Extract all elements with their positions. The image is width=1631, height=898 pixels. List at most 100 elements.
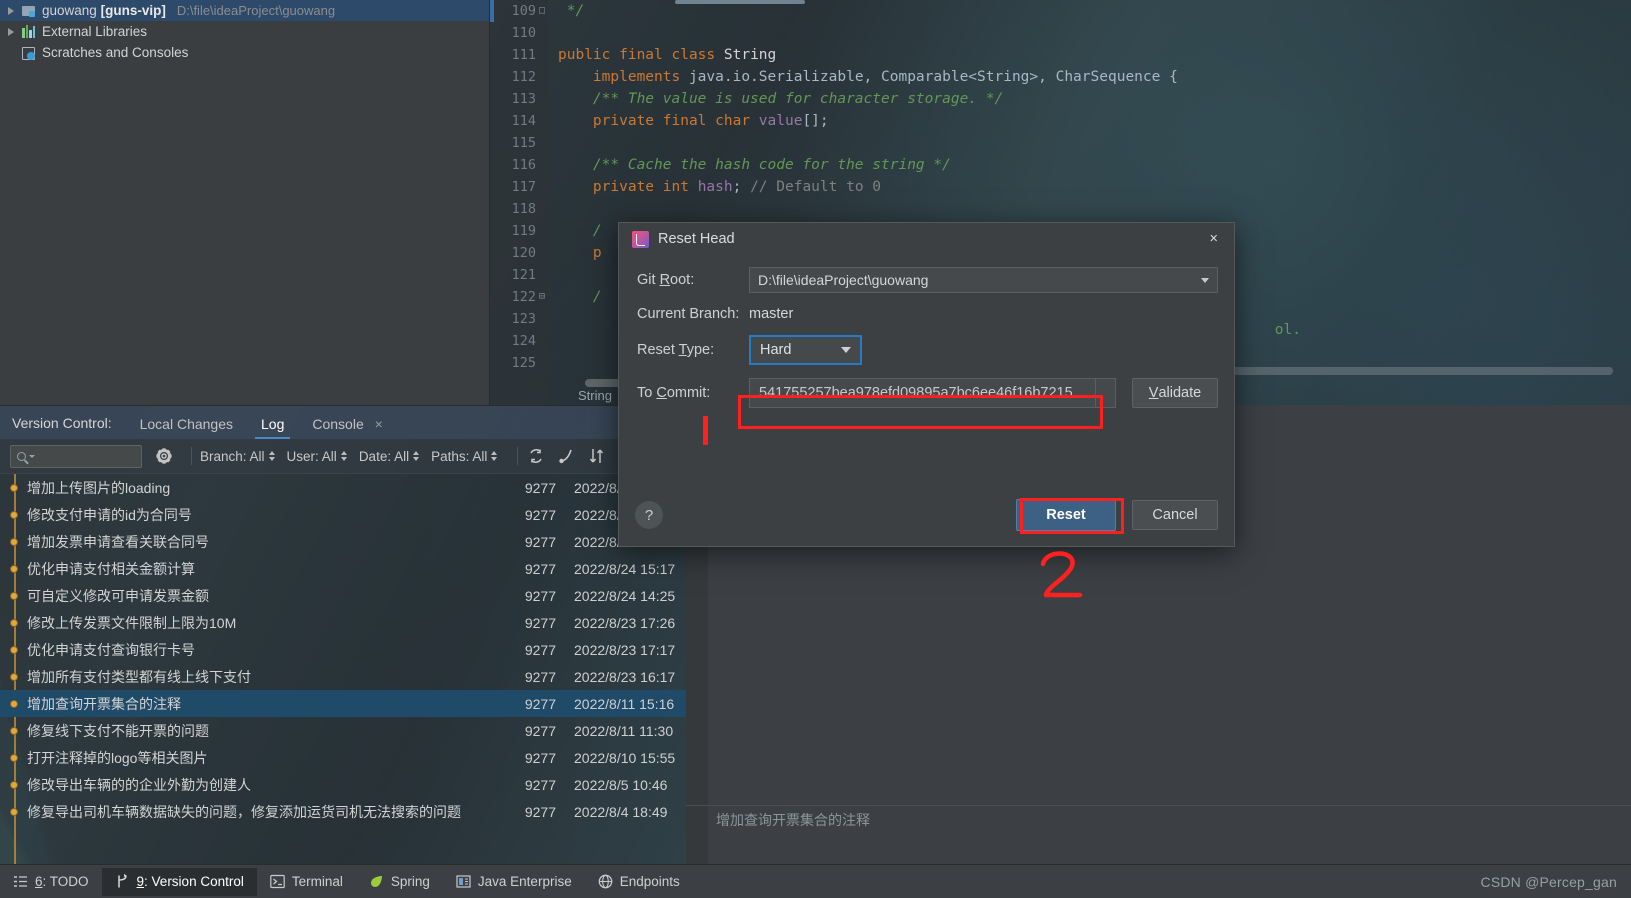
line-number: 111 [511, 47, 536, 63]
filter-date[interactable]: Date: All [359, 449, 420, 464]
project-tree-row-guowang[interactable]: guowang [guns-vip] D:\file\ideaProject\g… [0, 0, 489, 21]
commit-row[interactable]: 可自定义修改可申请发票金额 9277 2022/8/24 14:25 [0, 582, 686, 609]
commit-node-icon [10, 592, 18, 600]
code-line: 109 □ */ [490, 0, 1631, 22]
commit-author: 9277 [524, 479, 556, 496]
status-item-endpoints[interactable]: Endpoints [585, 868, 693, 896]
cancel-button[interactable]: Cancel [1132, 500, 1218, 530]
updown-icon [340, 451, 347, 461]
spring-leaf-icon [369, 874, 384, 889]
line-number: 120 [511, 245, 536, 261]
commit-row[interactable]: 增加查询开票集合的注释 9277 2022/8/11 15:16 [0, 690, 686, 717]
commit-row[interactable]: 优化申请支付相关金额计算 9277 2022/8/24 15:17 [0, 555, 686, 582]
commit-row[interactable]: 修改支付申请的id为合同号 9277 2022/8/30 [0, 501, 686, 528]
status-item-version-control[interactable]: 9: Version Control [101, 867, 257, 896]
code-text: /** The value is used for character stor… [558, 91, 1004, 107]
commit-row[interactable]: 优化申请支付查询银行卡号 9277 2022/8/23 17:17 [0, 636, 686, 663]
project-tree-row-external-libraries[interactable]: External Libraries [0, 21, 489, 42]
search-input[interactable] [10, 444, 142, 468]
commit-date: 2022/8/23 17:26 [574, 614, 676, 631]
status-item-todo[interactable]: 6: TODO [0, 868, 102, 896]
project-tree-row-scratches[interactable]: Scratches and Consoles [0, 42, 489, 63]
project-module-tag: [guns-vip] [100, 3, 166, 18]
commit-author: 9277 [524, 668, 556, 685]
commit-date: 2022/8/5 10:46 [574, 776, 668, 793]
to-commit-spinner[interactable] [1096, 378, 1116, 408]
status-item-label: Java Enterprise [477, 874, 572, 889]
chevron-down-icon[interactable] [29, 454, 35, 458]
code-line: 113 /** The value is used for character … [490, 88, 1631, 110]
annotation-step-two [1035, 548, 1091, 600]
status-item-label: 6: TODO [35, 874, 89, 889]
expand-triangle-icon[interactable] [8, 27, 14, 36]
commit-row[interactable]: 增加所有支付类型都有线上线下支付 9277 2022/8/23 16:17 [0, 663, 686, 690]
commit-date: 2022/8/10 15:55 [574, 749, 676, 766]
commit-row[interactable]: 修改导出车辆的的企业外勤为创建人 9277 2022/8/5 10:46 [0, 771, 686, 798]
commit-row[interactable]: 增加上传图片的loading 9277 2022/8/30 [0, 474, 686, 501]
status-item-java-enterprise[interactable]: Java Enterprise [443, 868, 585, 896]
status-item-spring[interactable]: Spring [356, 868, 443, 896]
commit-node-icon [10, 538, 18, 546]
filter-paths[interactable]: Paths: All [431, 449, 498, 464]
commit-row[interactable]: 打开注释掉的logo等相关图片 9277 2022/8/10 15:55 [0, 744, 686, 771]
filter-branch[interactable]: Branch: All [200, 449, 275, 464]
commit-row[interactable]: 修改上传发票文件限制上限为10M 9277 2022/8/23 17:26 [0, 609, 686, 636]
gear-icon[interactable] [156, 448, 172, 464]
updown-icon [413, 451, 420, 461]
chevron-down-icon[interactable] [841, 347, 851, 353]
reset-button[interactable]: Reset [1016, 499, 1116, 531]
version-control-tool-window[interactable]: Version Control: Local Changes Log Conso… [0, 405, 686, 864]
code-fold-icon[interactable]: □ [536, 0, 548, 22]
commit-row[interactable]: 增加发票申请查看关联合同号 9277 2022/8/29 [0, 528, 686, 555]
git-root-combobox[interactable]: D:\file\ideaProject\guowang [749, 267, 1218, 293]
line-number: 114 [511, 113, 536, 129]
editor-breadcrumb[interactable]: String [578, 388, 612, 403]
commit-node-icon [10, 484, 18, 492]
commit-author: 9277 [524, 614, 556, 631]
todo-list-icon [13, 874, 28, 889]
code-line: 111 public final class String [490, 44, 1631, 66]
field-row-to-commit: To Commit: 541755257bea978efd09895a7bc6e… [637, 378, 1218, 408]
field-row-git-root: Git Root: D:\file\ideaProject\guowang [637, 267, 1218, 293]
reset-type-label: Reset Type: [637, 342, 715, 358]
commit-log-list[interactable]: 增加上传图片的loading 9277 2022/8/30 修改支付申请的id为合同号… [0, 474, 686, 864]
log-toolbar[interactable]: Branch: All User: All Date: All Paths: A… [0, 439, 686, 474]
status-item-terminal[interactable]: Terminal [257, 868, 356, 896]
git-root-label: Git Root: [637, 272, 695, 288]
filter-user[interactable]: User: All [287, 449, 347, 464]
expand-triangle-icon[interactable] [8, 6, 14, 15]
gitflow-icon[interactable] [556, 446, 576, 466]
sort-icon[interactable] [586, 446, 606, 466]
current-branch-label: Current Branch: [637, 306, 740, 322]
commit-row[interactable]: 修复线下支付不能开票的问题 9277 2022/8/11 11:30 [0, 717, 686, 744]
code-line: 116 /** Cache the hash code for the stri… [490, 154, 1631, 176]
tree-label: External Libraries [42, 24, 148, 39]
close-icon[interactable]: × [1204, 230, 1224, 249]
commit-node-icon [10, 700, 18, 708]
tab-local-changes[interactable]: Local Changes [126, 416, 247, 439]
dialog-title-bar: Reset Head × [619, 223, 1234, 255]
line-number: 124 [511, 333, 536, 349]
close-icon[interactable]: × [375, 416, 383, 432]
commit-row[interactable]: 修复导出司机车辆数据缺失的问题，修复添加运货司机无法搜索的问题 9277 2022/… [0, 798, 686, 825]
line-number: 113 [511, 91, 536, 107]
chevron-down-icon[interactable] [1201, 277, 1209, 283]
reset-head-dialog[interactable]: Reset Head × Git Root: D:\file\ideaProje… [618, 222, 1235, 547]
validate-button[interactable]: Validate [1132, 378, 1218, 408]
tab-console[interactable]: Console × [298, 416, 396, 439]
code-fold-icon[interactable]: ⊟ [536, 286, 548, 308]
reset-type-dropdown[interactable]: Hard [749, 335, 862, 365]
help-button[interactable]: ? [635, 501, 663, 529]
tab-label: Log [261, 416, 285, 432]
toolbar-separator [517, 447, 519, 465]
code-line: 117 private int hash; // Default to 0 [490, 176, 1631, 198]
to-commit-input[interactable]: 541755257bea978efd09895a7bc6ee46f16b7215 [749, 378, 1096, 408]
project-name-text: guowang [42, 3, 97, 18]
commit-node-icon [10, 565, 18, 573]
status-bar[interactable]: 6: TODO 9: Version Control Terminal Spri… [0, 864, 1631, 898]
refresh-icon[interactable] [526, 446, 546, 466]
project-tool-window[interactable]: guowang [guns-vip] D:\file\ideaProject\g… [0, 0, 490, 405]
field-row-current-branch: Current Branch: master [637, 306, 1218, 322]
tab-log[interactable]: Log [247, 416, 298, 439]
commit-node-icon [10, 781, 18, 789]
